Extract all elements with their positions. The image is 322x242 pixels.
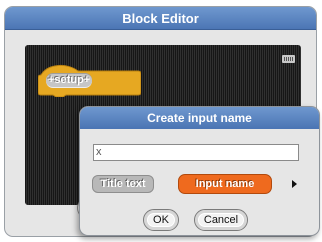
triangle-right-icon[interactable] xyxy=(292,180,297,188)
input-name-field[interactable]: x xyxy=(93,144,299,161)
cancel-button[interactable]: Cancel xyxy=(194,209,248,231)
block-editor-titlebar[interactable]: Block Editor xyxy=(5,7,316,30)
ok-button[interactable]: OK xyxy=(143,209,179,231)
create-input-name-dialog: Create input name x Title text Input nam… xyxy=(79,106,320,236)
title-text-option[interactable]: Title text xyxy=(92,175,154,193)
block-editor-title: Block Editor xyxy=(122,11,199,26)
keyboard-icon[interactable] xyxy=(282,55,295,63)
block-label-slot[interactable]: +setup+ xyxy=(46,73,92,88)
input-name-option[interactable]: Input name xyxy=(178,174,272,194)
dialog-title: Create input name xyxy=(147,111,252,125)
dialog-titlebar[interactable]: Create input name xyxy=(80,107,319,129)
prototype-hat-block[interactable]: +setup+ xyxy=(38,61,141,97)
